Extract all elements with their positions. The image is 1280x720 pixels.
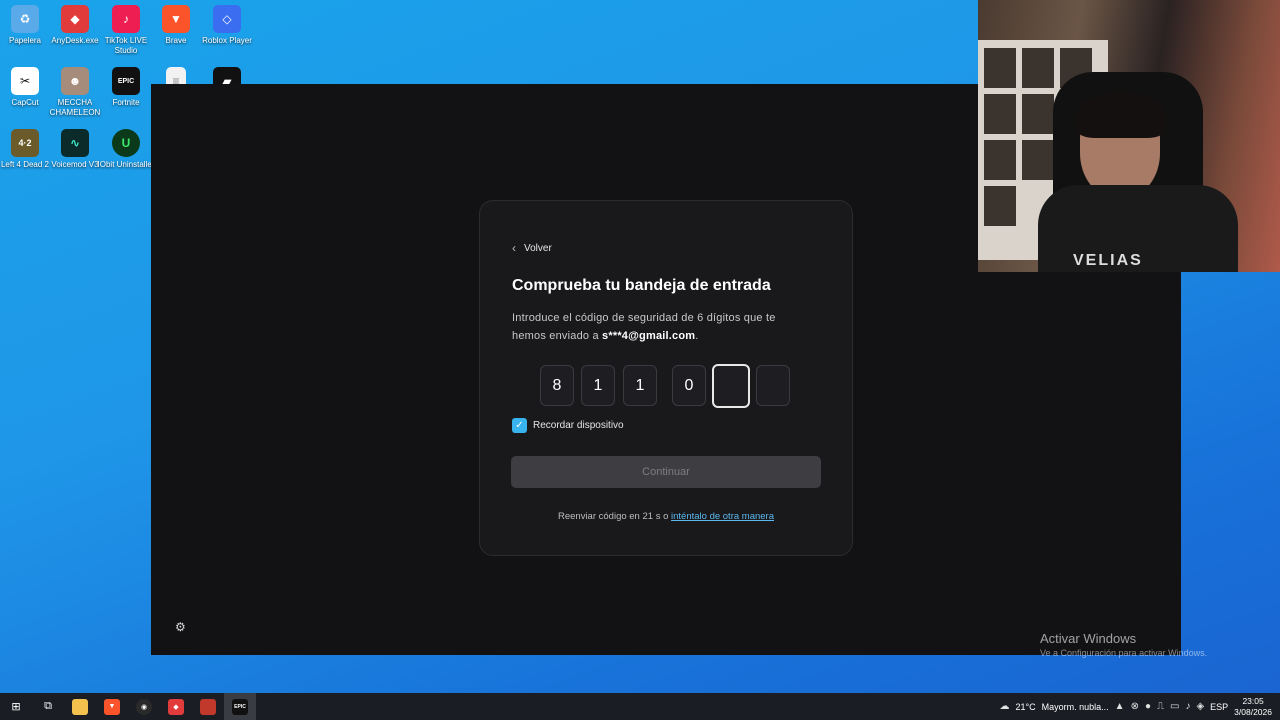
voicemod-icon: ∿ [61, 129, 89, 157]
anydesk-icon: ◆ [168, 698, 184, 715]
desktop-icon-iobit[interactable]: U IObit Uninstaller [98, 129, 154, 170]
checkmark-icon: ✓ [515, 420, 524, 431]
meccha-chameleon-icon [200, 698, 216, 715]
xbox-icon[interactable]: ⊗ [1131, 701, 1139, 712]
dialog-title: Comprueba tu bandeja de entrada [512, 277, 771, 294]
back-label: Volver [524, 242, 552, 254]
shelf-cell [984, 94, 1016, 134]
obs-icon: ◉ [136, 698, 152, 715]
folder-icon [72, 698, 88, 715]
try-another-way-link[interactable]: inténtalo de otra manera [671, 511, 774, 522]
nvidia-icon[interactable]: ▲ [1115, 701, 1125, 712]
taskbar: ⊞ ⧉ ▼ ◉ ◆ EPIC ☁ 21°C Mayorm. nubla... ▲… [0, 693, 1280, 720]
resend-text: Reenviar código en 21 s o [557, 511, 669, 522]
shelf-cell [984, 48, 1016, 88]
security-icon[interactable]: ◈ [1196, 701, 1204, 712]
code-digit-2[interactable]: 1 [581, 365, 615, 406]
desktop-icon-voicemod[interactable]: ∿ Voicemod V3 [50, 129, 100, 170]
weather-desc[interactable]: Mayorm. nubla... [1042, 702, 1109, 712]
microphone-icon[interactable]: ● [1145, 701, 1151, 712]
desktop-icon-brave[interactable]: ▼ Brave [151, 5, 201, 46]
capcut-icon: ✂ [11, 67, 39, 95]
taskbar-anydesk[interactable]: ◆ [160, 693, 192, 720]
windows-logo-icon: ⊞ [11, 701, 21, 713]
dialog-description: Introduce el código de seguridad de 6 dí… [512, 310, 812, 345]
desktop-icon-meccha[interactable]: ☻ MECCHA CHAMELEON [50, 67, 100, 118]
start-button[interactable]: ⊞ [0, 693, 32, 720]
code-digit-6[interactable] [756, 365, 790, 406]
shelf-cell [984, 140, 1016, 180]
streamer-hair [1076, 92, 1166, 138]
clock[interactable]: 23:05 3/08/2026 [1234, 696, 1272, 718]
iobit-icon: U [112, 129, 140, 157]
desktop-icon-recycle-bin[interactable]: ♻ Papelera [0, 5, 50, 46]
taskbar-epic-games[interactable]: EPIC [224, 693, 256, 720]
remember-checkbox[interactable]: ✓ [512, 418, 527, 433]
task-view-icon: ⧉ [44, 700, 52, 712]
recycle-bin-icon: ♻ [11, 5, 39, 33]
taskbar-meccha[interactable] [192, 693, 224, 720]
epic-games-icon: EPIC [232, 698, 248, 715]
shirt-print: VELIAS [1073, 252, 1143, 269]
brave-icon: ▼ [104, 698, 120, 715]
taskbar-obs[interactable]: ◉ [128, 693, 160, 720]
meccha-chameleon-icon: ☻ [61, 67, 89, 95]
continue-button[interactable]: Continuar [511, 456, 821, 488]
back-button[interactable]: ‹ Volver [512, 241, 552, 255]
desktop-icon-label: IObit Uninstaller [97, 160, 155, 169]
gear-icon[interactable]: ⚙ [175, 620, 186, 634]
watermark-subtitle: Ve a Configuración para activar Windows. [1040, 648, 1208, 658]
taskbar-brave[interactable]: ▼ [96, 693, 128, 720]
clock-time: 23:05 [1242, 695, 1264, 706]
code-digit-4[interactable]: 0 [672, 365, 706, 406]
network-icon[interactable]: ▭ [1170, 701, 1179, 712]
desktop-icon-capcut[interactable]: ✂ CapCut [0, 67, 50, 108]
task-view-button[interactable]: ⧉ [32, 693, 64, 720]
desktop-icon-label: Fortnite [112, 98, 140, 107]
shelf-cell [1022, 140, 1054, 180]
desktop-icon-anydesk[interactable]: ◆ AnyDesk.exe [50, 5, 100, 46]
activation-watermark: Activar Windows Ve a Configuración para … [1040, 631, 1207, 658]
shelf-cell [984, 186, 1016, 226]
desktop-icon-label: Roblox Player [202, 36, 252, 45]
remember-label: Recordar dispositivo [533, 420, 624, 431]
usb-icon[interactable]: ⎍ [1157, 701, 1164, 712]
remember-device[interactable]: ✓ Recordar dispositivo [512, 418, 624, 433]
system-tray: ☁ 21°C Mayorm. nubla... ▲ ⊗ ● ⎍ ▭ ♪ ◈ ES… [1000, 693, 1280, 720]
code-digit-3[interactable]: 1 [623, 365, 657, 406]
code-input-row: 8 1 1 0 [540, 364, 800, 408]
epic-games-icon: EPIC [112, 67, 140, 95]
taskbar-explorer[interactable] [64, 693, 96, 720]
resend-row: Reenviar código en 21 s o inténtalo de o… [480, 511, 852, 522]
code-digit-5[interactable] [712, 364, 750, 408]
tiktok-icon: ♪ [112, 5, 140, 33]
verification-dialog: ‹ Volver Comprueba tu bandeja de entrada… [479, 200, 853, 556]
webcam-overlay: VELIAS [978, 0, 1280, 272]
anydesk-icon: ◆ [61, 5, 89, 33]
watermark-title: Activar Windows [1040, 631, 1137, 646]
brave-icon: ▼ [162, 5, 190, 33]
chevron-left-icon: ‹ [512, 241, 516, 255]
desktop-icon-fortnite[interactable]: EPIC Fortnite [101, 67, 151, 108]
shelf-cell [1022, 94, 1054, 134]
weather-temp[interactable]: 21°C [1016, 702, 1036, 712]
language-indicator[interactable]: ESP [1210, 702, 1228, 712]
desktop-icon-tiktok[interactable]: ♪ TikTok LIVE Studio [101, 5, 151, 56]
code-digit-1[interactable]: 8 [540, 365, 574, 406]
clock-date: 3/08/2026 [1234, 706, 1272, 717]
masked-email: s***4@gmail.com [602, 329, 696, 342]
shelf-cell [1022, 48, 1054, 88]
desktop-icon-roblox[interactable]: ◇ Roblox Player [202, 5, 252, 46]
desktop-icon-left4dead2[interactable]: 4·2 Left 4 Dead 2 [0, 129, 50, 170]
volume-icon[interactable]: ♪ [1185, 701, 1190, 712]
description-period: . [695, 329, 699, 342]
roblox-icon: ◇ [213, 5, 241, 33]
weather-cloud-icon[interactable]: ☁ [1000, 701, 1010, 712]
left4dead2-icon: 4·2 [11, 129, 39, 157]
